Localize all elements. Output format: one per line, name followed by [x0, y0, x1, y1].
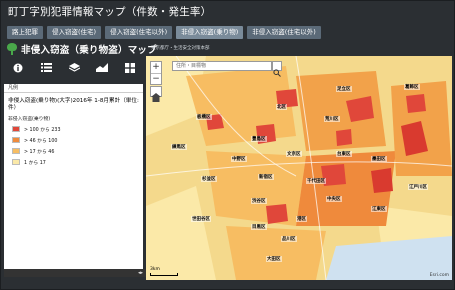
ward-label: 葛飾区	[404, 84, 420, 90]
ward-label: 足立区	[336, 86, 352, 92]
tab-burglary-nonresidential[interactable]: 侵入窃盗(住宅以外)	[105, 26, 173, 39]
ward-label: 墨田区	[371, 156, 387, 162]
ward-label: 練馬区	[171, 144, 187, 150]
zoom-in-button[interactable]: +	[151, 62, 161, 73]
legend-header: 凡例	[4, 84, 143, 93]
map-title: 非侵入窃盗（乗り物盗）マップ	[21, 45, 157, 56]
ward-label: 江東区	[371, 206, 387, 212]
legend-swatch	[12, 137, 20, 143]
search-input[interactable]: 住所・目標物	[172, 61, 272, 71]
home-button[interactable]	[150, 86, 162, 102]
legend-label: > 100 から 233	[24, 127, 61, 133]
search-icon	[273, 69, 281, 77]
map-view[interactable]: + − 住所・目標物 板橋区 北区 足立区 葛飾区 練馬区 豊島区 荒川区 中野…	[146, 56, 452, 280]
legend-swatch	[12, 159, 20, 165]
zoom-control: + −	[150, 61, 162, 85]
tab-street-crime[interactable]: 路上犯罪	[7, 26, 43, 39]
legend-label: 1 から 17	[24, 160, 46, 166]
legend-label: > 17 から 46	[24, 149, 55, 155]
legend-swatch	[12, 126, 20, 132]
tab-nonburglary-other[interactable]: 非侵入窃盗(住宅以外)	[247, 26, 321, 39]
ward-label: 台東区	[336, 151, 352, 157]
scale-bar: 3km	[150, 267, 178, 276]
home-icon	[151, 93, 161, 102]
grid-icon[interactable]	[123, 62, 137, 74]
map-attribution[interactable]: Esri.com	[430, 273, 449, 278]
ward-label: 江戸川区	[408, 184, 428, 190]
ward-label: 中央区	[326, 196, 342, 202]
legend-subtitle: 非侵入窃盗(乗り物)	[8, 117, 51, 122]
list-icon[interactable]	[39, 62, 53, 74]
chart-icon[interactable]	[95, 62, 109, 74]
ward-label: 北区	[276, 104, 287, 110]
panel-toolbar	[4, 59, 144, 76]
legend-label: > 46 から 100	[24, 138, 58, 144]
scale-label: 3km	[150, 267, 160, 272]
info-icon[interactable]	[11, 62, 25, 74]
legend-panel: 凡例 非侵入窃盗(乗り物)(大字)2016年 1-8月累計（単位:件） 非侵入窃…	[4, 84, 143, 269]
ward-label: 渋谷区	[251, 198, 267, 204]
tab-vehicle-theft[interactable]: 非侵入窃盗(乗り物)	[176, 26, 244, 39]
panel-statusbar: ◂▸	[4, 269, 146, 277]
ward-label: 目黒区	[251, 224, 267, 230]
legend-class-2: > 46 から 100	[12, 136, 143, 144]
app-title: 町丁字別犯罪情報マップ（件数・発生率）	[8, 6, 212, 18]
ward-label: 荒川区	[324, 116, 340, 122]
legend-title: 非侵入窃盗(乗り物)(大字)2016年 1-8月累計（単位:件）	[8, 98, 139, 111]
legend-class-4: 1 から 17	[12, 158, 143, 166]
ward-label: 千代田区	[306, 178, 326, 184]
ward-label: 港区	[296, 216, 307, 222]
search-button[interactable]	[272, 61, 282, 77]
ward-label: 板橋区	[196, 114, 212, 120]
ward-label: 文京区	[286, 151, 302, 157]
zoom-out-button[interactable]: −	[151, 73, 161, 84]
ward-label: 大田区	[266, 256, 282, 262]
theme-tabs: 路上犯罪 侵入窃盗(住宅) 侵入窃盗(住宅以外) 非侵入窃盗(乗り物) 非侵入窃…	[7, 26, 321, 39]
map-header: 非侵入窃盗（乗り物盗）マップ	[7, 42, 157, 56]
tree-logo-icon	[7, 43, 17, 55]
source-label: 東京都庁・生活安全対策本部	[151, 46, 210, 51]
ward-label: 品川区	[281, 236, 297, 242]
ward-label: 新宿区	[258, 174, 274, 180]
collapse-panel-icon[interactable]: ◂▸	[138, 269, 143, 277]
layers-icon[interactable]	[67, 62, 81, 74]
legend-swatch	[12, 148, 20, 154]
app-window: 町丁字別犯罪情報マップ（件数・発生率） 路上犯罪 侵入窃盗(住宅) 侵入窃盗(住…	[0, 0, 455, 290]
tab-burglary-residential[interactable]: 侵入窃盗(住宅)	[47, 26, 102, 39]
ward-label: 杉並区	[201, 176, 217, 182]
ward-label: 世田谷区	[191, 216, 211, 222]
ward-label: 中野区	[231, 156, 247, 162]
legend-class-3: > 17 から 46	[12, 147, 143, 155]
ward-label: 豊島区	[251, 136, 267, 142]
legend-class-1: > 100 から 233	[12, 125, 143, 133]
